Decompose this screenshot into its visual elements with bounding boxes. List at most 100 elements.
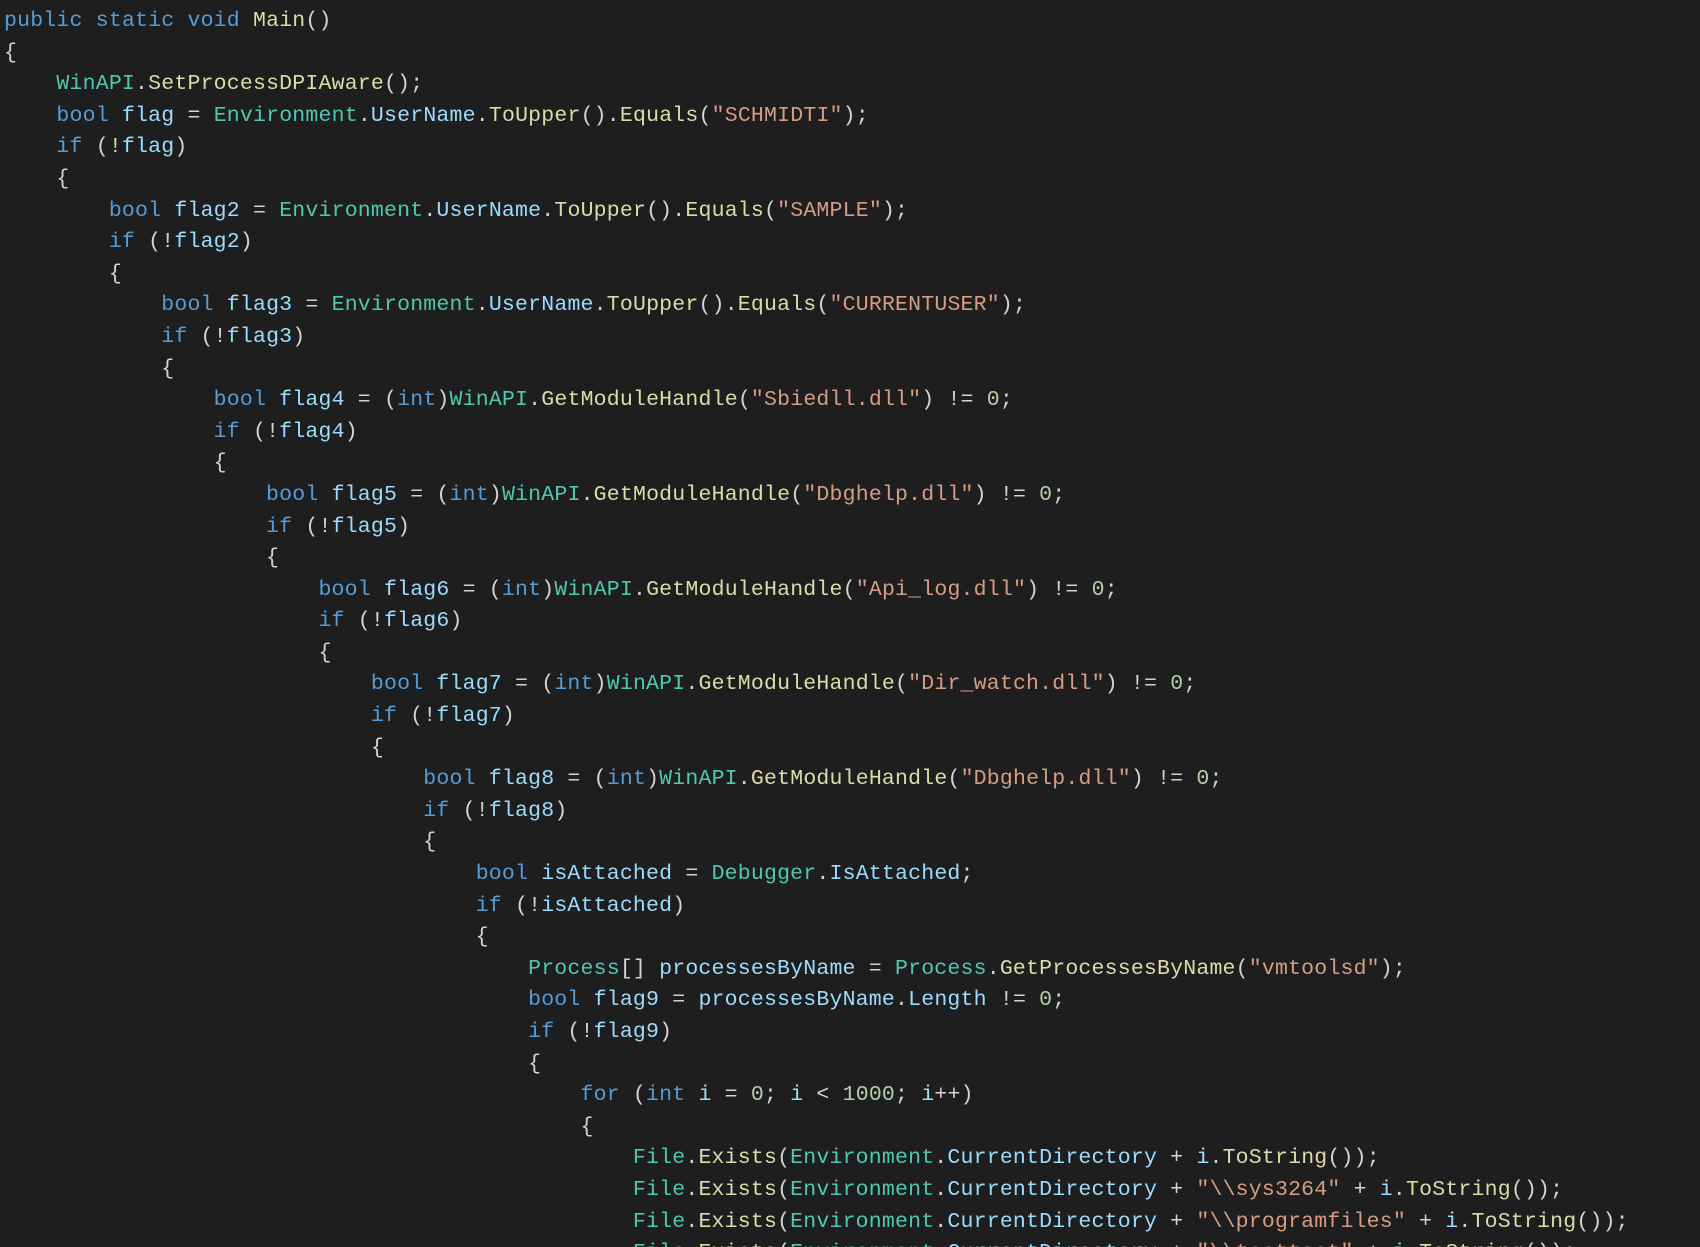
token-pun [4, 483, 266, 507]
token-var: CurrentDirectory [947, 1241, 1157, 1247]
code-line[interactable]: bool flag = Environment.UserName.ToUpper… [4, 104, 869, 128]
code-line[interactable]: if (!flag6) [4, 609, 463, 633]
token-pun: + [1157, 1178, 1196, 1202]
token-pun: ( [764, 199, 777, 223]
code-line[interactable]: for (int i = 0; i < 1000; i++) [4, 1083, 974, 1107]
token-kw: int [450, 483, 489, 507]
token-pun [423, 672, 436, 696]
token-pun: ( [777, 1210, 790, 1234]
code-line[interactable]: if (!flag4) [4, 420, 358, 444]
token-pun: ) [594, 672, 607, 696]
token-pun: ; [1052, 988, 1065, 1012]
code-line[interactable]: { [4, 736, 384, 760]
code-line[interactable]: { [4, 262, 122, 286]
token-cls: Debugger [712, 862, 817, 886]
token-var: flag4 [279, 420, 345, 444]
code-line[interactable]: { [4, 546, 279, 570]
token-pun [4, 1210, 633, 1234]
code-line[interactable]: if (!flag7) [4, 704, 515, 728]
token-fn: Exists [698, 1241, 777, 1247]
token-pun: . [738, 767, 751, 791]
token-fn: ToString [1406, 1178, 1511, 1202]
code-line[interactable]: bool flag5 = (int)WinAPI.GetModuleHandle… [4, 483, 1065, 507]
code-line[interactable]: bool flag7 = (int)WinAPI.GetModuleHandle… [4, 672, 1196, 696]
token-var: flag4 [279, 388, 345, 412]
code-line[interactable]: public static void Main() [4, 9, 332, 33]
token-fn: GetProcessesByName [1000, 957, 1236, 981]
token-var: flag3 [227, 325, 293, 349]
token-pun [4, 988, 528, 1012]
token-pun [371, 578, 384, 602]
code-line[interactable]: { [4, 451, 227, 475]
code-line[interactable]: if (!flag) [4, 135, 187, 159]
token-kw: if [161, 325, 187, 349]
code-line[interactable]: bool flag6 = (int)WinAPI.GetModuleHandle… [4, 578, 1118, 602]
code-editor[interactable]: public static void Main() { WinAPI.SetPr… [0, 0, 1700, 1247]
token-kw: bool [371, 672, 423, 696]
code-line[interactable]: if (!flag5) [4, 515, 410, 539]
token-var: flag2 [174, 230, 240, 254]
token-num: 1000 [843, 1083, 895, 1107]
code-line[interactable]: if (!isAttached) [4, 894, 685, 918]
code-line[interactable]: { [4, 1052, 541, 1076]
token-pun: = [659, 988, 698, 1012]
code-line[interactable]: { [4, 925, 489, 949]
token-kw: void [187, 9, 239, 33]
token-pun: ( [777, 1178, 790, 1202]
code-line[interactable]: WinAPI.SetProcessDPIAware(); [4, 72, 423, 96]
token-pun: + [1157, 1210, 1196, 1234]
code-line[interactable]: bool flag2 = Environment.UserName.ToUppe… [4, 199, 908, 223]
token-var: flag [122, 104, 174, 128]
token-fn: SetProcessDPIAware [148, 72, 384, 96]
token-pun [4, 515, 266, 539]
code-line[interactable]: if (!flag2) [4, 230, 253, 254]
token-pun: . [895, 988, 908, 1012]
code-line[interactable]: File.Exists(Environment.CurrentDirectory… [4, 1146, 1380, 1170]
token-pun: ) != [1105, 672, 1171, 696]
token-pun: (! [240, 420, 279, 444]
token-pun: ( [947, 767, 960, 791]
code-line[interactable]: bool isAttached = Debugger.IsAttached; [4, 862, 974, 886]
token-pun: (). [646, 199, 685, 223]
token-pun: ) [541, 578, 554, 602]
token-pun: . [1209, 1146, 1222, 1170]
code-line[interactable]: bool flag8 = (int)WinAPI.GetModuleHandle… [4, 767, 1223, 791]
token-pun: ( [777, 1241, 790, 1247]
token-pun [4, 420, 214, 444]
token-pun: ; [1052, 483, 1065, 507]
code-line[interactable]: if (!flag3) [4, 325, 305, 349]
token-cls: WinAPI [659, 767, 738, 791]
token-var: flag3 [227, 293, 293, 317]
code-line[interactable]: { [4, 641, 332, 665]
code-line[interactable]: bool flag4 = (int)WinAPI.GetModuleHandle… [4, 388, 1013, 412]
code-line[interactable]: bool flag3 = Environment.UserName.ToUppe… [4, 293, 1026, 317]
token-pun: ( [790, 483, 803, 507]
token-pun: { [4, 736, 384, 760]
token-fn: Main [253, 9, 305, 33]
token-var: flag8 [489, 767, 555, 791]
token-cls: WinAPI [554, 578, 633, 602]
code-line[interactable]: File.Exists(Environment.CurrentDirectory… [4, 1210, 1629, 1234]
token-pun: + [1157, 1241, 1196, 1247]
code-line[interactable]: { [4, 1115, 594, 1139]
token-num: 0 [987, 388, 1000, 412]
token-pun: = ( [502, 672, 554, 696]
code-line[interactable]: File.Exists(Environment.CurrentDirectory… [4, 1178, 1563, 1202]
token-cls: Environment [214, 104, 358, 128]
token-fn: ToString [1223, 1146, 1328, 1170]
token-pun: ) [554, 799, 567, 823]
code-line[interactable]: File.Exists(Environment.CurrentDirectory… [4, 1241, 1576, 1247]
code-line[interactable]: if (!flag8) [4, 799, 567, 823]
token-pun: . [934, 1178, 947, 1202]
token-str: "Dir_watch.dll" [908, 672, 1105, 696]
code-line[interactable]: bool flag9 = processesByName.Length != 0… [4, 988, 1065, 1012]
code-line[interactable]: { [4, 357, 174, 381]
code-line[interactable]: { [4, 167, 70, 191]
code-line[interactable]: Process[] processesByName = Process.GetP… [4, 957, 1406, 981]
token-pun: ); [843, 104, 869, 128]
code-line[interactable]: { [4, 41, 17, 65]
code-line[interactable]: { [4, 830, 436, 854]
token-kw: if [266, 515, 292, 539]
token-pun: ); [1380, 957, 1406, 981]
code-line[interactable]: if (!flag9) [4, 1020, 672, 1044]
